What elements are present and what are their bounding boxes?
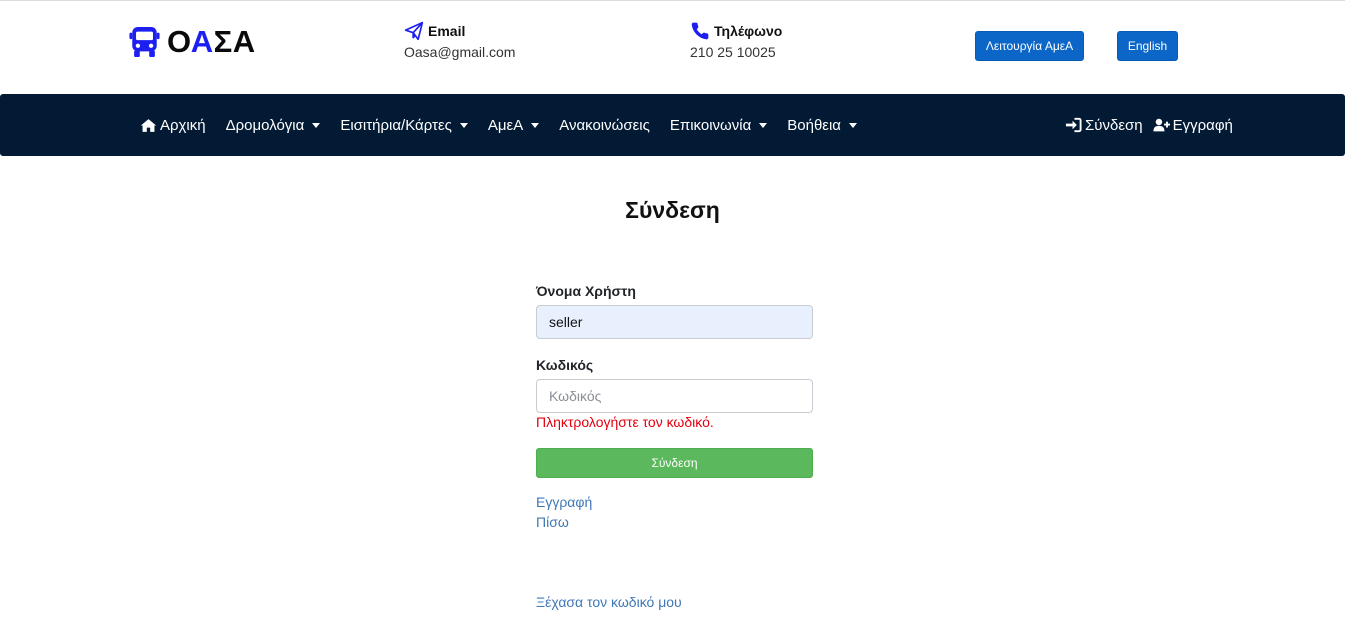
password-label: Κωδικός — [536, 357, 594, 373]
logo-text: ΟΑΣΑ — [167, 24, 256, 59]
caret-down-icon — [531, 122, 540, 128]
nav-item-contact[interactable]: Επικοινωνία — [670, 117, 768, 134]
back-link[interactable]: Πίσω — [536, 514, 569, 530]
email-label: Email — [428, 23, 466, 39]
user-plus-icon — [1153, 118, 1170, 132]
username-group: Όνομα Χρήστη — [536, 281, 813, 339]
phone-contact: Τηλέφωνο 210 25 10025 — [690, 20, 782, 60]
nav-item-routes[interactable]: Δρομολόγια — [226, 117, 321, 134]
caret-down-icon — [312, 122, 321, 128]
sign-in-icon — [1065, 117, 1082, 133]
forgot-password-link[interactable]: Ξέχασα τον κωδικό μου — [536, 594, 682, 610]
main-navbar: Αρχική Δρομολόγια Εισιτήρια/Κάρτες ΑμεΑ … — [0, 94, 1345, 156]
top-border — [0, 0, 1345, 1]
nav-login-link[interactable]: Σύνδεση — [1065, 117, 1143, 134]
username-input[interactable] — [536, 305, 813, 339]
caret-down-icon — [759, 122, 768, 128]
password-error-message: Πληκτρολογήστε τον κωδικό. — [536, 414, 714, 430]
page-title: Σύνδεση — [625, 197, 720, 223]
email-value: Oasa@gmail.com — [404, 44, 516, 60]
phone-label: Τηλέφωνο — [714, 23, 783, 39]
bus-icon — [129, 26, 160, 58]
logo[interactable]: ΟΑΣΑ — [129, 24, 256, 60]
nav-item-announcements[interactable]: Ανακοινώσεις — [559, 117, 650, 134]
password-input[interactable] — [536, 379, 813, 413]
nav-item-amea[interactable]: ΑμεΑ — [488, 117, 540, 134]
home-icon — [140, 118, 157, 132]
username-label: Όνομα Χρήστη — [536, 283, 636, 299]
accessibility-mode-button[interactable]: Λειτουργία ΑμεΑ — [975, 31, 1084, 61]
caret-down-icon — [459, 122, 468, 128]
nav-item-help[interactable]: Βοήθεια — [787, 117, 857, 134]
paper-plane-icon — [404, 21, 424, 41]
phone-value: 210 25 10025 — [690, 44, 776, 60]
phone-icon — [691, 22, 709, 40]
email-contact: Email Oasa@gmail.com — [404, 20, 515, 60]
login-submit-button[interactable]: Σύνδεση — [536, 448, 813, 478]
nav-item-tickets[interactable]: Εισιτήρια/Κάρτες — [340, 117, 468, 134]
nav-register-link[interactable]: Εγγραφή — [1153, 117, 1233, 134]
language-button[interactable]: English — [1117, 31, 1178, 61]
caret-down-icon — [848, 122, 857, 128]
nav-item-home[interactable]: Αρχική — [140, 117, 206, 134]
register-link[interactable]: Εγγραφή — [536, 494, 592, 510]
password-group: Κωδικός — [536, 355, 813, 413]
